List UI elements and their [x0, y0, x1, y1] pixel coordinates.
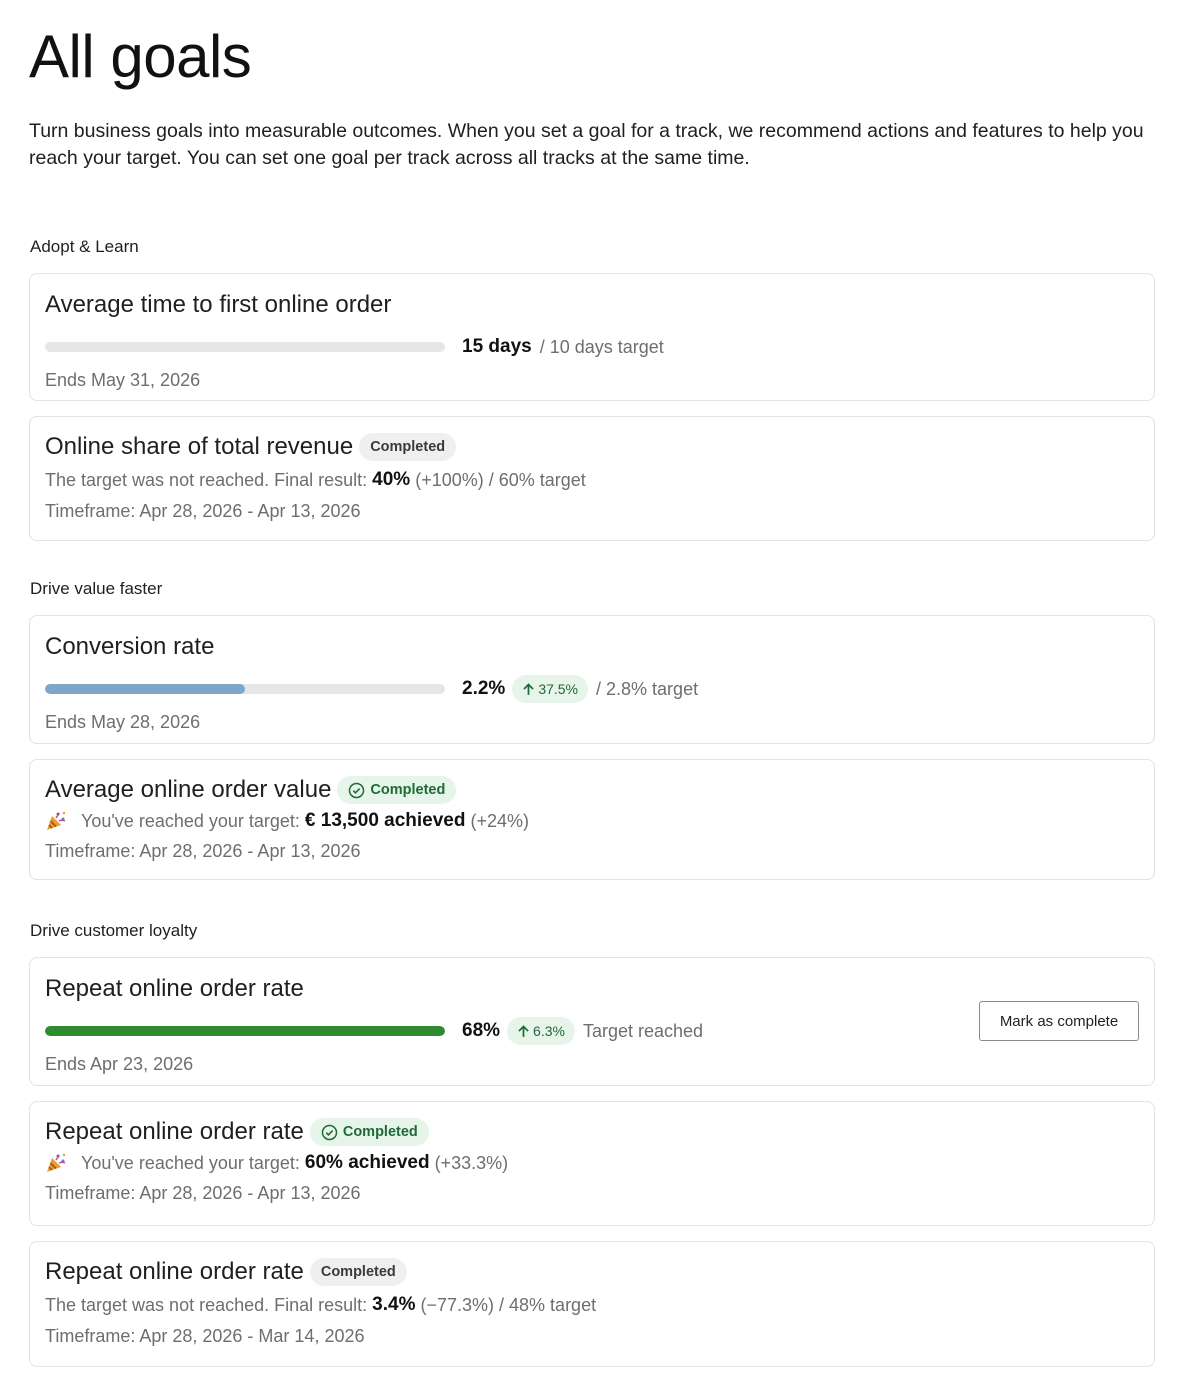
check-circle-icon [349, 782, 365, 798]
goal-title: Online share of total revenue [45, 433, 354, 460]
result-suffix: (+33.3%) [434, 1152, 509, 1173]
goal-end-date: Ends Apr 23, 2026 [45, 1054, 194, 1074]
check-circle-icon [321, 1124, 338, 1140]
goal-progress-row: 68% 6.3% Target reached [45, 1017, 1139, 1045]
goal-card-repeat-order-rate-achieved[interactable]: Repeat online order rate Completed You'v… [29, 1101, 1155, 1226]
goal-card-average-time-to-first-order[interactable]: Average time to first online order 15 da… [29, 273, 1155, 401]
change-badge: 6.3% [507, 1017, 575, 1045]
goal-title: Conversion rate [45, 633, 215, 660]
goal-timeframe: Timeframe: Apr 28, 2026 - Apr 13, 2026 [45, 841, 361, 861]
result-suffix: (+100%) / 60% target [415, 469, 586, 490]
goal-card-repeat-order-rate-missed[interactable]: Repeat online order rate Completed The t… [29, 1241, 1155, 1367]
result-value: € 13,500 achieved [304, 810, 466, 831]
goal-target-text: / 2.8% target [596, 678, 699, 699]
result-prefix: You've reached your target: [81, 1152, 300, 1173]
change-value: 37.5% [538, 681, 579, 697]
goal-target-text: / 10 days target [539, 336, 664, 357]
group-title-drive-customer-loyalty: Drive customer loyalty [30, 921, 198, 940]
goals-page: All goals Turn business goals into measu… [0, 0, 1185, 1367]
progress-fill [45, 1026, 445, 1036]
goal-title: Repeat online order rate [45, 1258, 304, 1285]
progress-fill [45, 684, 245, 694]
goal-progress-row: 2.2% 37.5% / 2.8% target [45, 675, 1139, 703]
mark-as-complete-button[interactable]: Mark as complete [979, 1001, 1139, 1041]
goal-title-row: Average online order value Completed [45, 776, 1139, 804]
arrow-up-icon [523, 682, 534, 695]
party-popper-icon [47, 1153, 66, 1172]
goal-title-row: Repeat online order rate Completed [45, 1258, 1139, 1286]
goal-timeframe: Timeframe: Apr 28, 2026 - Apr 13, 2026 [45, 1183, 361, 1203]
goal-card-online-share-revenue[interactable]: Online share of total revenue Completed … [29, 416, 1155, 541]
goal-card-conversion-rate[interactable]: Conversion rate 2.2% 37.5% / 2.8% target… [29, 615, 1155, 744]
goal-current-value: 68% [462, 1020, 501, 1041]
goal-title: Average online order value [45, 776, 332, 803]
result-prefix: The target was not reached. Final result… [45, 1294, 368, 1315]
page-title: All goals [29, 23, 252, 90]
status-badge-completed: Completed [309, 1118, 429, 1146]
group-title-adopt-learn: Adopt & Learn [30, 237, 139, 256]
status-badge-completed: Completed [337, 776, 457, 804]
goal-title-row: Repeat online order rate Completed [45, 1118, 1139, 1146]
page-intro: Turn business goals into measurable outc… [29, 120, 1144, 169]
goal-title-row: Online share of total revenue Completed [45, 433, 1139, 461]
result-prefix: You've reached your target: [81, 810, 300, 831]
result-suffix: (−77.3%) / 48% target [420, 1294, 597, 1315]
goal-title: Average time to first online order [45, 291, 392, 318]
badge-label: Completed [342, 1124, 418, 1140]
goal-timeframe: Timeframe: Apr 28, 2026 - Mar 14, 2026 [45, 1326, 365, 1346]
goal-result: You've reached your target: € 13,500 ach… [45, 810, 1139, 832]
goal-current-value: 2.2% [462, 678, 506, 699]
progress-track [45, 342, 445, 352]
change-value: 6.3% [533, 1023, 565, 1039]
change-badge: 37.5% [512, 675, 589, 703]
goal-timeframe: Timeframe: Apr 28, 2026 - Apr 13, 2026 [45, 501, 361, 521]
goal-status-text: Target reached [582, 1020, 704, 1041]
goal-title: Repeat online order rate [45, 975, 304, 1002]
goal-end-date: Ends May 31, 2026 [45, 370, 201, 390]
goal-end-date: Ends May 28, 2026 [45, 712, 201, 732]
goal-card-repeat-order-rate-active[interactable]: Repeat online order rate 68% 6.3% Target… [29, 957, 1155, 1086]
progress-track [45, 684, 445, 694]
progress-track [45, 1026, 445, 1036]
party-popper-icon [47, 811, 66, 830]
group-title-drive-value-faster: Drive value faster [30, 579, 163, 598]
goal-current-value: 15 days [462, 336, 532, 357]
arrow-up-icon [518, 1024, 529, 1037]
goal-title: Repeat online order rate [45, 1118, 304, 1145]
goal-card-average-order-value[interactable]: Average online order value Completed You… [29, 759, 1155, 880]
goal-result: The target was not reached. Final result… [45, 469, 1139, 491]
result-value: 3.4% [372, 1294, 416, 1315]
status-badge-completed: Completed [359, 433, 457, 461]
goal-progress-row: 15 days / 10 days target [45, 333, 1139, 361]
result-prefix: The target was not reached. Final result… [45, 469, 368, 490]
result-value: 60% achieved [304, 1152, 430, 1173]
badge-label: Completed [370, 782, 446, 798]
goal-result: You've reached your target: 60% achieved… [45, 1152, 1139, 1174]
result-suffix: (+24%) [470, 810, 530, 831]
status-badge-completed: Completed [309, 1258, 407, 1286]
result-value: 40% [372, 469, 411, 490]
goal-result: The target was not reached. Final result… [45, 1294, 1139, 1316]
